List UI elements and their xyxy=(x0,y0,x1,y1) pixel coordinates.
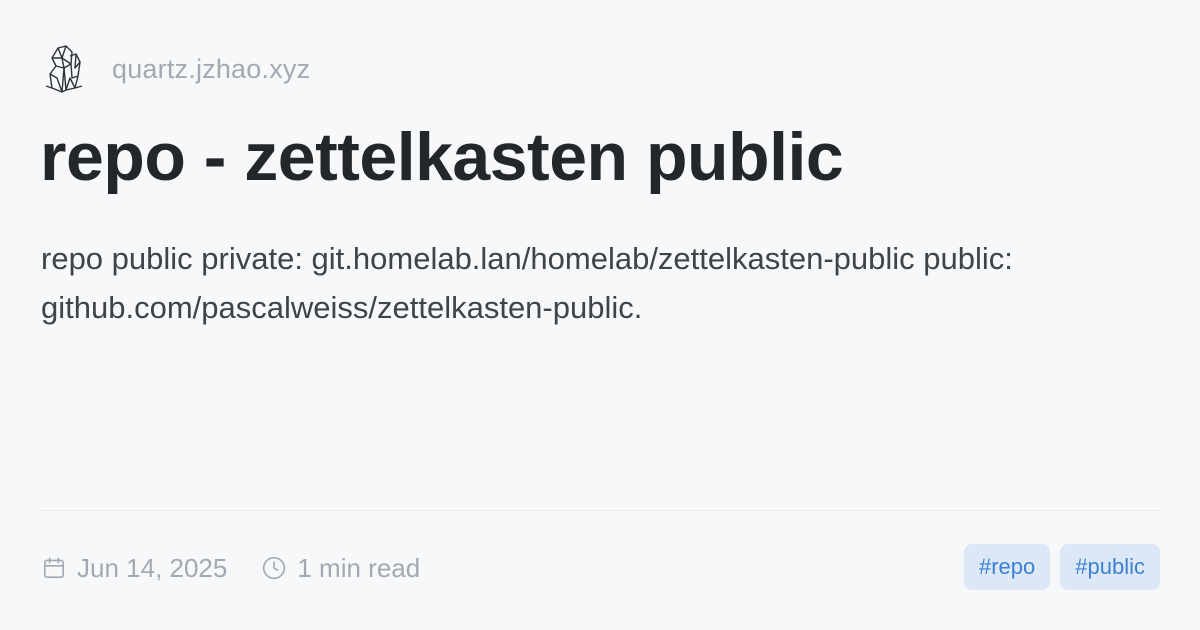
page-meta: Jun 14, 2025 1 min read xyxy=(41,548,420,588)
tag-public[interactable]: #public xyxy=(1060,544,1160,590)
site-header: quartz.jzhao.xyz xyxy=(42,42,310,96)
tag-list: #repo #public xyxy=(964,544,1160,590)
date-meta: Jun 14, 2025 xyxy=(41,553,227,584)
tag-repo[interactable]: #repo xyxy=(964,544,1051,590)
publish-date: Jun 14, 2025 xyxy=(77,552,228,583)
page-description: repo public private: git.homelab.lan/hom… xyxy=(41,241,1013,325)
divider xyxy=(40,510,1160,511)
clock-icon xyxy=(263,556,286,580)
quartz-crystal-icon xyxy=(45,45,83,93)
calendar-icon xyxy=(43,557,65,579)
reading-time-meta: 1 min read xyxy=(261,553,420,584)
site-domain[interactable]: quartz.jzhao.xyz xyxy=(112,54,310,85)
page-title: repo - zettelkasten public xyxy=(40,119,844,195)
reading-time: 1 min read xyxy=(297,552,421,583)
